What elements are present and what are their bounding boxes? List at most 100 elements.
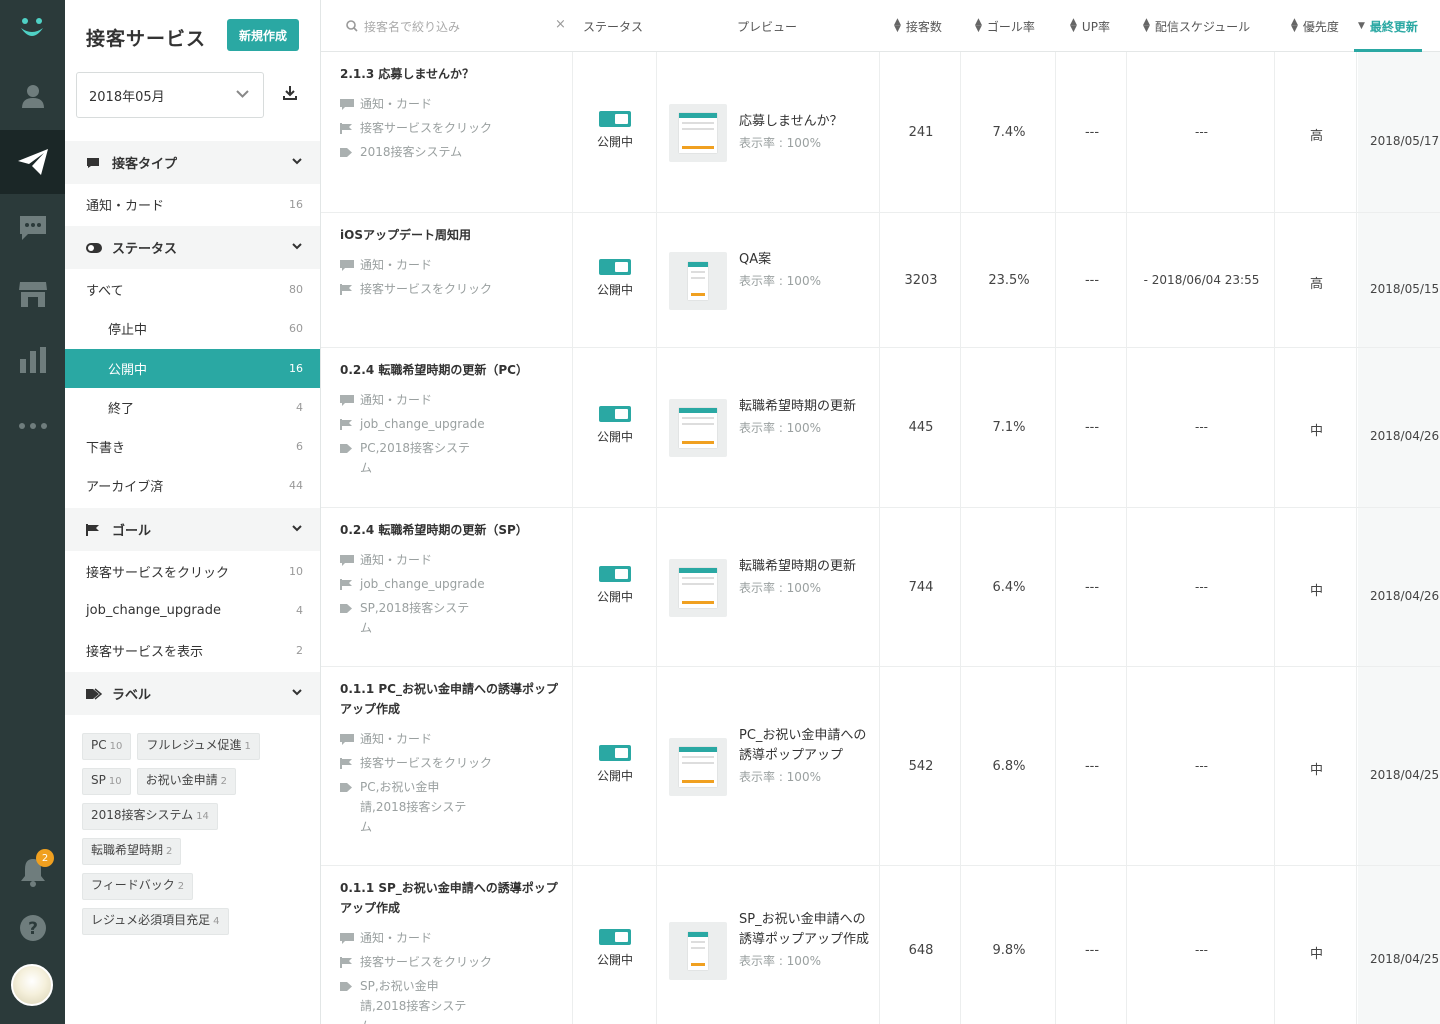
- visitors-count: 3203: [904, 272, 938, 288]
- table-row[interactable]: iOSアップデート周知用 通知・カード 接客サービスをクリック 公開中 QA案 表示率 :…: [321, 213, 1440, 348]
- nav-store[interactable]: [0, 262, 65, 326]
- campaign-name[interactable]: 0.2.4 転職希望時期の更新（SP）: [340, 520, 565, 540]
- col-schedule-sort[interactable]: ▲ ▼ 配信スケジュール: [1143, 0, 1250, 52]
- col-updated-sort[interactable]: ▼ 最終更新: [1354, 0, 1422, 52]
- logo-icon[interactable]: [17, 14, 47, 44]
- filter-count: 2: [296, 644, 303, 657]
- campaign-goal: job_change_upgrade: [340, 414, 560, 434]
- preview-thumbnail[interactable]: [669, 558, 727, 617]
- filter-status-all[interactable]: すべて 80: [65, 270, 320, 309]
- preview-thumbnail[interactable]: [669, 399, 727, 457]
- svg-text:?: ?: [28, 919, 38, 939]
- filter-goal-view[interactable]: 接客サービスを表示 2: [65, 631, 320, 670]
- section-label[interactable]: ラベル: [65, 672, 320, 715]
- filter-goal-click[interactable]: 接客サービスをクリック 10: [65, 552, 320, 591]
- label-tag[interactable]: 2018接客システム 14: [82, 803, 218, 830]
- table-row[interactable]: 2.1.3 応募しませんか？ 通知・カード 接客サービスをクリック 2018接客システ…: [321, 52, 1440, 213]
- toggle-switch[interactable]: [599, 110, 631, 127]
- table-row[interactable]: 0.1.1 PC_お祝い金申請への誘導ポップアップ作成 通知・カード 接客サービスを…: [321, 667, 1440, 866]
- label-tag[interactable]: レジュメ必須項目充足 4: [82, 908, 229, 935]
- section-status-label: ステータス: [112, 242, 178, 257]
- filter-goal-job-change[interactable]: job_change_upgrade 4: [65, 591, 320, 630]
- chevron-down-icon: [292, 158, 302, 165]
- campaign-name[interactable]: iOSアップデート周知用: [340, 225, 565, 245]
- filter-count: 16: [289, 198, 303, 211]
- filter-status-ended[interactable]: 終了 4: [65, 388, 320, 427]
- label-tag[interactable]: フルレジュメ促進 1: [137, 733, 260, 760]
- nav-analytics[interactable]: [0, 328, 65, 392]
- status-toggle[interactable]: 公開中: [573, 110, 657, 150]
- toggle-switch[interactable]: [599, 929, 631, 945]
- section-status[interactable]: ステータス: [65, 226, 320, 269]
- label-tag[interactable]: PC 10: [82, 733, 132, 760]
- campaign-name[interactable]: 0.1.1 PC_お祝い金申請への誘導ポップアップ作成: [340, 679, 565, 719]
- toggle-switch[interactable]: [599, 565, 631, 582]
- filter-status-draft[interactable]: 下書き 6: [65, 427, 320, 466]
- up-rate: ---: [1084, 758, 1100, 774]
- label-tag[interactable]: フィードバック 2: [82, 873, 194, 900]
- nav-help[interactable]: ?: [0, 896, 65, 960]
- section-goal[interactable]: ゴール: [65, 508, 320, 551]
- table-row[interactable]: 0.2.4 転職希望時期の更新（PC） 通知・カード job_change_upgr…: [321, 348, 1440, 508]
- toggle-switch[interactable]: [599, 744, 631, 761]
- col-goal-rate-sort[interactable]: ▲ ▼ ゴール率: [975, 0, 1035, 52]
- create-new-button[interactable]: 新規作成: [227, 19, 299, 51]
- sort-icon: ▲ ▼: [1070, 17, 1077, 34]
- label-tag[interactable]: お祝い金申請 2: [136, 768, 236, 795]
- nav-notifications[interactable]: [0, 840, 65, 904]
- campaign-name[interactable]: 2.1.3 応募しませんか？: [340, 64, 565, 84]
- filter-label: 下書き: [86, 441, 126, 456]
- filter-status-archived[interactable]: アーカイブ済 44: [65, 466, 320, 505]
- filter-label: job_change_upgrade: [86, 603, 221, 618]
- nav-chat[interactable]: [0, 196, 65, 260]
- filter-status-stopped[interactable]: 停止中 60: [65, 309, 320, 348]
- campaign-name[interactable]: 0.2.4 転職希望時期の更新（PC）: [340, 360, 565, 380]
- sort-icon: ▲ ▼: [975, 17, 982, 34]
- filter-status-published[interactable]: 公開中 16: [65, 349, 320, 388]
- toggle-icon: [86, 242, 102, 253]
- chevron-down-icon: [292, 525, 302, 532]
- priority: 中: [1309, 424, 1323, 439]
- flag-icon: [340, 123, 356, 134]
- flag-icon: [340, 957, 356, 968]
- preview-thumbnail[interactable]: [669, 103, 727, 162]
- table-row[interactable]: 0.2.4 転職希望時期の更新（SP） 通知・カード job_change_upgr…: [321, 508, 1440, 667]
- campaign-labels: PC,お祝い金申請,2018接客システム: [340, 777, 470, 837]
- preview-thumbnail[interactable]: [669, 737, 727, 796]
- preview-thumbnail[interactable]: [669, 922, 727, 980]
- status-toggle[interactable]: 公開中: [573, 258, 657, 298]
- col-priority-sort[interactable]: ▲ ▼ 優先度: [1291, 0, 1339, 52]
- toggle-switch[interactable]: [599, 406, 631, 422]
- table-row[interactable]: 0.1.1 SP_お祝い金申請への誘導ポップアップ作成 通知・カード 接客サービスを…: [321, 866, 1440, 1024]
- chevron-down-icon: [236, 90, 249, 98]
- toggle-switch[interactable]: [599, 258, 631, 275]
- label-tag[interactable]: 転職希望時期 2: [82, 838, 182, 865]
- nav-more[interactable]: [0, 394, 65, 458]
- section-goal-label: ゴール: [112, 524, 152, 539]
- section-type[interactable]: 接客タイプ: [65, 141, 320, 184]
- status-toggle[interactable]: 公開中: [573, 565, 657, 605]
- status-label: 公開中: [596, 589, 633, 604]
- campaign-name[interactable]: 0.1.1 SP_お祝い金申請への誘導ポップアップ作成: [340, 878, 565, 918]
- nav-campaigns[interactable]: [0, 130, 65, 194]
- name-filter-input[interactable]: 接客名で絞り込み: [346, 0, 460, 52]
- col-visitors-sort[interactable]: ▲ ▼ 接客数: [894, 0, 942, 52]
- chat-icon: [340, 734, 356, 745]
- download-button[interactable]: [283, 86, 297, 100]
- status-toggle[interactable]: 公開中: [573, 406, 657, 445]
- avatar[interactable]: [11, 964, 53, 1006]
- chevron-down-icon: [292, 243, 302, 250]
- nav-user[interactable]: [0, 64, 65, 128]
- col-up-rate-sort[interactable]: ▲ ▼ UP率: [1070, 0, 1110, 52]
- label-tag[interactable]: SP 10: [82, 768, 131, 795]
- status-toggle[interactable]: 公開中: [573, 929, 657, 968]
- preview-thumbnail[interactable]: [669, 251, 727, 310]
- filter-type-card[interactable]: 通知・カード 16: [65, 185, 320, 224]
- schedule: ---: [1195, 758, 1208, 773]
- preview-rate: 表示率 : 100%: [739, 135, 821, 150]
- status-toggle[interactable]: 公開中: [573, 744, 657, 784]
- chat-icon: [19, 215, 47, 241]
- clear-filter-button[interactable]: ×: [555, 17, 566, 32]
- month-select[interactable]: 2018年05月: [76, 72, 264, 118]
- filter-count: 4: [296, 604, 303, 617]
